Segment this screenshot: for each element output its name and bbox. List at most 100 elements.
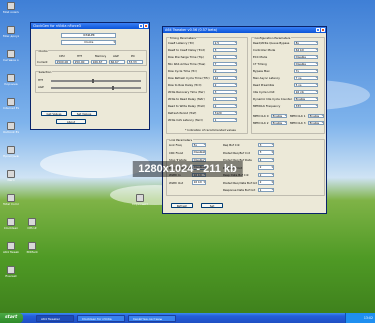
parameter-select[interactable]: 2 [258, 172, 274, 177]
parameter-select[interactable]: 2 [213, 103, 237, 108]
close-icon[interactable] [144, 24, 148, 28]
desktop-icon[interactable]: Internet Explorer [3, 98, 19, 111]
parameter-select[interactable]: 3 [258, 142, 274, 147]
parameter-select[interactable]: Enable [294, 96, 318, 101]
tweaker-title: A64 Tweaker v0.56 (0.57 beta) [165, 28, 218, 32]
recycle-bin-icon [7, 74, 15, 82]
taskbar-item[interactable]: Свойства системы [128, 314, 176, 322]
desktop-icon[interactable]: Nero [3, 170, 19, 183]
parameter-select[interactable]: 2 [258, 165, 274, 170]
parameter-select[interactable]: 1 [213, 96, 237, 101]
parameter-select[interactable]: 5x [192, 142, 206, 147]
app-icon [7, 194, 15, 202]
mem-clk-select[interactable]: Enable [271, 120, 287, 125]
desktop-icon[interactable]: A64 Tweaker [3, 242, 19, 255]
desktop-icon-label: Nero [7, 179, 15, 182]
timing-note: * Indication of recommended values [185, 128, 236, 132]
tweaker-window[interactable]: A64 Tweaker v0.56 (0.57 beta) Timing Par… [162, 26, 327, 214]
parameter-label: Req Buf Cnt [223, 143, 240, 147]
parameter-label: Row Refresh Cycle Time (Trfc) [168, 76, 210, 80]
minimize-icon[interactable] [316, 28, 321, 32]
desktop-icon-label: Корзина [4, 83, 18, 86]
desktop-icon[interactable]: Мои документы [3, 26, 19, 39]
desktop-icon-label: 3DMark [26, 251, 38, 254]
tweaker-titlebar[interactable]: A64 Tweaker v0.56 (0.57 beta) [163, 27, 326, 33]
parameter-select[interactable]: 333 [294, 103, 318, 108]
parameter-select[interactable]: 3 [258, 150, 274, 155]
desktop-icon[interactable]: Мой компьютер [3, 2, 19, 15]
current-label: Current [37, 60, 48, 64]
parameter-select[interactable]: 2.5 [213, 40, 237, 45]
desktop-icon[interactable]: Корзина [3, 74, 19, 87]
parameter-select[interactable]: 1 [213, 117, 237, 122]
app-icon [7, 266, 15, 274]
parameter-select[interactable]: 3120 [213, 110, 237, 115]
parameter-label: Write CAS Latency (Twcl) [168, 118, 203, 122]
htt-slider-thumb[interactable] [92, 79, 95, 84]
parameter-select[interactable]: 16 clk [294, 89, 318, 94]
parameter-select[interactable]: 3 [213, 54, 237, 59]
taskbar-item[interactable]: A64 Tweaker [36, 314, 74, 322]
parameter-select[interactable]: Disable [192, 150, 206, 155]
mem-clk-select[interactable]: Enable [271, 113, 287, 118]
agp-slider-thumb[interactable] [112, 86, 115, 91]
parameter-select[interactable]: 7 [213, 61, 237, 66]
start-button[interactable]: start [0, 313, 23, 323]
set-values-button[interactable]: Set Values [71, 111, 97, 116]
clockgen-titlebar[interactable]: ClockGen for nVidia nForce3 [31, 23, 149, 29]
parameter-label: Link Freq [169, 143, 182, 147]
clock-column-header: HTT [77, 54, 83, 58]
parameter-select[interactable]: 8x [294, 40, 318, 45]
desktop-icon[interactable]: Сетевое окружение [3, 50, 19, 63]
htt-slider[interactable] [51, 79, 141, 84]
parameter-select[interactable]: 16 bit [192, 180, 206, 185]
desktop-icon[interactable]: 3DMark [24, 242, 40, 255]
parameter-select[interactable]: 1 [258, 187, 274, 192]
parameter-label: Read Preamble [253, 83, 275, 87]
desktop-icon[interactable]: Outlook Express [3, 122, 19, 135]
timing-header: Timing Parameters [169, 36, 197, 40]
parameter-select[interactable]: 64 bit [294, 47, 318, 52]
mem-clk-select[interactable]: Enable [308, 120, 324, 125]
get-values-button[interactable]: Get Values [41, 111, 67, 116]
parameter-select[interactable]: 12 [213, 75, 237, 80]
parameter-label: Write to Read Delay (Twtr) [168, 97, 205, 101]
app-icon [28, 242, 36, 250]
app-icon [7, 242, 15, 250]
close-icon[interactable] [321, 28, 325, 32]
desktop-icon[interactable]: CPU-Z [24, 218, 40, 231]
desktop-icon-label: Everest [5, 275, 17, 278]
clockgen-window[interactable]: ClockGen for nVidia nForce3 ICS9LPR Cloc… [30, 22, 150, 130]
parameter-select[interactable]: Disable [294, 61, 318, 66]
mode-select[interactable]: Clocks [61, 40, 116, 45]
taskbar-item[interactable]: ClockGen for nVidia [77, 314, 125, 322]
parameter-select[interactable]: 7x [294, 68, 318, 73]
desktop-icon[interactable]: ClockGen [3, 218, 19, 231]
parameter-label: Dynamic Idle Cycle Counter [253, 97, 292, 101]
nero-icon [7, 170, 15, 178]
refresh-button[interactable]: Refresh [171, 203, 193, 208]
desktop-icon[interactable]: Total Commander [3, 194, 19, 207]
about-button[interactable]: About [56, 119, 86, 124]
parameter-select[interactable]: 9 [213, 68, 237, 73]
desktop-icon-label: Сетевое окружение [3, 59, 19, 62]
parameter-label: Posted Req Buf Cnt [223, 150, 250, 155]
parameter-select[interactable]: 4 [258, 157, 274, 162]
parameter-label: Read/Write Queue Bypass [253, 41, 290, 45]
mem-clk-select[interactable]: Enable [308, 113, 324, 118]
desktop-icon[interactable]: Everest [3, 266, 19, 279]
parameter-select[interactable]: 5 ns [294, 82, 318, 87]
set-button[interactable]: Set [201, 203, 223, 208]
parameter-select[interactable]: 2 [213, 82, 237, 87]
parameter-select[interactable]: Disable [294, 54, 318, 59]
agp-slider[interactable] [51, 86, 141, 91]
parameter-select[interactable]: 3 [213, 47, 237, 52]
parameter-select[interactable]: 7 ns [294, 75, 318, 80]
desktop-icon[interactable]: Скриншоты [132, 194, 148, 207]
parameter-select[interactable]: 3 [213, 89, 237, 94]
minimize-icon[interactable] [139, 24, 144, 28]
clock-column-header: PCI [131, 54, 136, 58]
clock-value-field: 250.00 [73, 59, 89, 64]
desktop-icon[interactable]: Проигрыватель [3, 146, 19, 159]
parameter-select[interactable]: 2 [258, 180, 274, 185]
